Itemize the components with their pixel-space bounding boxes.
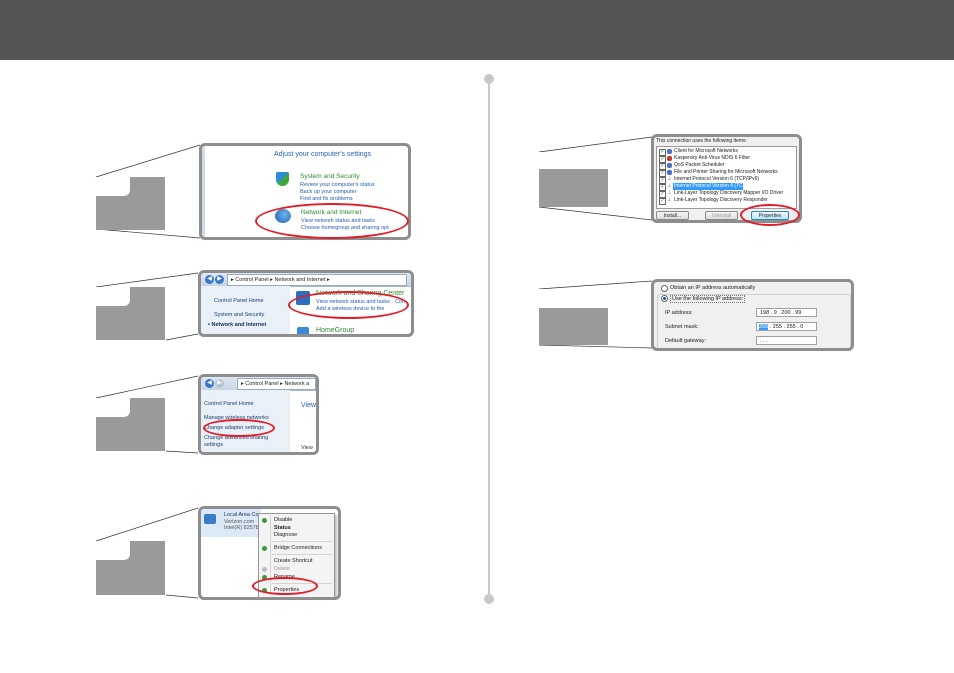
forward-arrow-icon[interactable]: ▶: [215, 379, 224, 388]
gateway-field[interactable]: . . .: [756, 336, 817, 345]
security-link-3[interactable]: Find and fix problems: [300, 196, 353, 200]
list-item[interactable]: Client for Microsoft Networks: [674, 148, 738, 154]
security-link-1[interactable]: Review your computer's status: [300, 182, 375, 188]
divider-bottom-dot: [484, 594, 494, 604]
sidebar-item-advanced-2[interactable]: settings: [204, 442, 223, 448]
menu-item-disable[interactable]: Disable: [274, 517, 292, 523]
sidebar-item-security[interactable]: System and Security: [214, 312, 264, 318]
divider-top-dot: [484, 74, 494, 84]
back-arrow-icon[interactable]: ◀: [205, 275, 214, 284]
menu-item-status[interactable]: Status: [274, 525, 291, 531]
list-item[interactable]: QoS Packet Scheduler: [674, 162, 725, 168]
subnet-mask-label: Subnet mask:: [665, 324, 699, 330]
breadcrumb[interactable]: ▸ Control Panel ▸ Network and Internet ▸: [227, 274, 407, 286]
main-footer: View: [301, 445, 313, 451]
auto-ip-radio[interactable]: [661, 285, 668, 292]
protocol-icon: ⊥: [667, 176, 672, 182]
sidebar: Control Panel Home System and Security •…: [201, 286, 290, 334]
nav-bar: ◀ ▶ ▸ Control Panel ▸ Network a: [201, 377, 316, 391]
item-checkbox[interactable]: ✓: [659, 184, 666, 191]
ipv4-properties-screenshot: Obtain an IP address automatically Use t…: [651, 279, 854, 351]
step-label-box-6: [539, 289, 608, 345]
breadcrumb[interactable]: ▸ Control Panel ▸ Network a: [237, 378, 316, 390]
subnet-mask-field[interactable]: 255 . 255 . 255 . 0: [756, 322, 817, 331]
highlight-oval-properties-button: [740, 204, 800, 226]
manual-ip-radio[interactable]: [661, 295, 668, 302]
step-label-box-2: [96, 287, 165, 340]
highlight-oval-nsc: [288, 291, 409, 319]
highlight-oval-network: [255, 203, 409, 239]
menu-item-delete[interactable]: Delete: [274, 566, 290, 572]
items-list: ✓ Client for Microsoft Networks ✓ Kasper…: [656, 146, 797, 209]
step-label-box-3: [96, 398, 165, 451]
menu-item-bridge[interactable]: Bridge Connections: [274, 545, 322, 551]
item-checkbox[interactable]: ✓: [659, 191, 666, 198]
menu-item-diagnose[interactable]: Diagnose: [274, 532, 297, 538]
item-checkbox[interactable]: ✓: [659, 170, 666, 177]
sidebar-item-home[interactable]: Control Panel Home: [214, 298, 264, 304]
list-item[interactable]: Link-Layer Topology Discovery Mapper I/O…: [674, 190, 783, 196]
sidebar-item-network[interactable]: • Network and Internet: [208, 322, 266, 328]
system-security-title[interactable]: System and Security: [300, 173, 360, 180]
main-heading: View: [301, 402, 317, 409]
list-item-selected[interactable]: Internet Protocol Version 4 (TCP/IPv4): [674, 183, 759, 189]
homegroup-icon: [297, 327, 309, 334]
item-checkbox[interactable]: ✓: [659, 163, 666, 170]
qos-icon: [667, 163, 672, 168]
gateway-label: Default gateway:: [665, 338, 706, 344]
nav-bar: ◀ ▶ ▸ Control Panel ▸ Network and Intern…: [201, 273, 411, 287]
auto-ip-label: Obtain an IP address automatically: [670, 285, 756, 291]
item-checkbox[interactable]: ✓: [659, 149, 666, 156]
step-label-box-5: [539, 152, 608, 207]
forward-arrow-icon[interactable]: ▶: [215, 275, 224, 284]
shield-icon: [276, 172, 289, 186]
item-checkbox[interactable]: ✓: [659, 156, 666, 163]
column-divider: [488, 80, 490, 599]
protocol-icon: ⊥: [667, 197, 672, 203]
highlight-oval-adapter: [203, 419, 275, 437]
ip-address-label: IP address:: [665, 310, 693, 316]
step-label-box-4: [96, 541, 165, 595]
bridge-icon: [262, 546, 267, 551]
adjust-settings-heading: Adjust your computer's settings: [274, 151, 372, 158]
homegroup-title[interactable]: HomeGroup: [316, 327, 354, 334]
items-caption: This connection uses the following items…: [656, 138, 747, 144]
list-item[interactable]: Kaspersky Anti-Virus NDIS 6 Filter: [674, 155, 750, 161]
delete-icon: [262, 567, 267, 572]
sharing-center-screenshot: ◀ ▶ ▸ Control Panel ▸ Network a Control …: [198, 374, 319, 455]
disable-icon: [262, 518, 267, 523]
protocol-icon: ⊥: [667, 190, 672, 196]
highlight-oval-properties: [252, 577, 318, 595]
step-label-box-1: [96, 177, 165, 230]
kaspersky-icon: [667, 156, 672, 161]
security-link-2[interactable]: Back up your computer: [300, 189, 357, 195]
sharing-icon: [667, 170, 672, 175]
list-item[interactable]: File and Printer Sharing for Microsoft N…: [674, 169, 778, 175]
list-item[interactable]: Link-Layer Topology Discovery Responder: [674, 197, 768, 203]
uninstall-button[interactable]: Uninstall: [705, 211, 738, 220]
network-adapter-icon: [204, 514, 216, 524]
page-header-bar: [0, 0, 954, 60]
menu-item-shortcut[interactable]: Create Shortcut: [274, 558, 313, 564]
back-arrow-icon[interactable]: ◀: [205, 379, 214, 388]
item-checkbox[interactable]: ✓: [659, 177, 666, 184]
manual-ip-label: Use the following IP address:: [670, 295, 746, 303]
install-button[interactable]: Install...: [656, 211, 689, 220]
ip-address-field[interactable]: 198 . 9 . 200 . 99: [756, 308, 817, 317]
item-checkbox[interactable]: ✓: [659, 198, 666, 205]
protocol-icon: ⊥: [667, 183, 672, 189]
client-icon: [667, 149, 672, 154]
sidebar-item-home[interactable]: Control Panel Home: [204, 401, 254, 407]
list-item[interactable]: Internet Protocol Version 6 (TCP/IPv6): [674, 176, 759, 182]
